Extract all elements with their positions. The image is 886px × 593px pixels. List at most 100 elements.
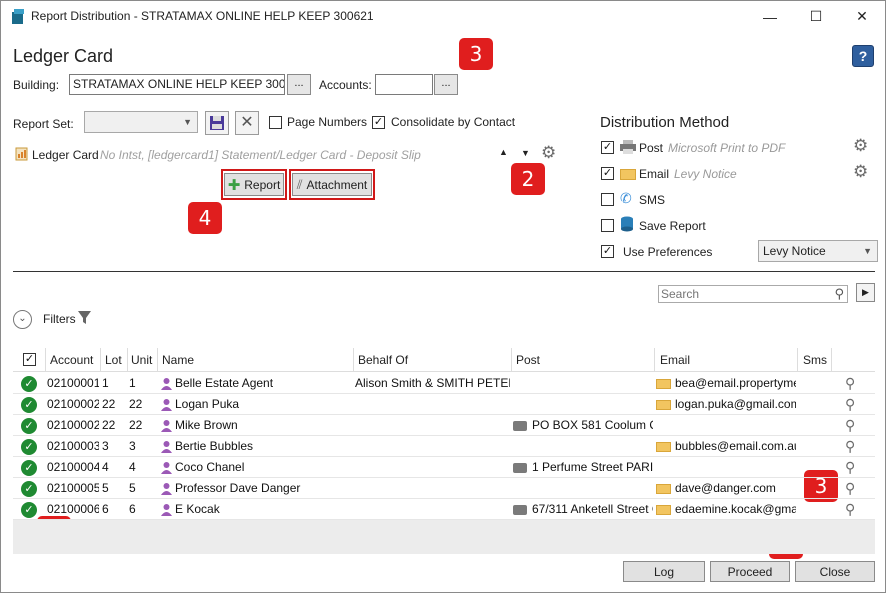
status-ok-icon: ✓ [21, 439, 37, 455]
column-header-unit[interactable]: Unit [131, 353, 152, 367]
filters-label: Filters [43, 312, 76, 326]
table-row[interactable]: ✓ 02100002 22 22 Logan Puka logan.puka@gmail.… [13, 394, 875, 415]
preview-magnifier-icon[interactable]: ⚲ [845, 417, 855, 434]
envelope-icon [620, 169, 636, 180]
play-icon: ▶ [862, 287, 869, 297]
preview-magnifier-icon[interactable]: ⚲ [845, 396, 855, 413]
add-attachment-label: Attachment [306, 177, 368, 192]
move-up-icon[interactable]: ▲ [499, 147, 508, 157]
table-row[interactable]: ✓ 02100005 5 5 Professor Dave Danger dave@dan… [13, 478, 875, 499]
consolidate-checkbox[interactable]: ✓ [372, 116, 385, 129]
maximize-button[interactable]: ☐ [793, 1, 839, 32]
email-settings-gear-icon[interactable]: ⚙ [853, 162, 868, 182]
column-header-name[interactable]: Name [162, 353, 194, 367]
building-field[interactable]: STRATAMAX ONLINE HELP KEEP 300621 [69, 74, 285, 95]
select-all-checkbox[interactable]: ✓ [23, 353, 36, 366]
distribution-method-heading: Distribution Method [600, 114, 730, 131]
search-icon[interactable]: ⚲ [834, 286, 844, 302]
printer-icon [620, 140, 636, 154]
person-icon [161, 504, 172, 516]
post-checkbox[interactable]: ✓ [601, 141, 614, 154]
report-settings-gear-icon[interactable]: ⚙ [541, 143, 556, 163]
app-icon [12, 9, 24, 24]
save-report-checkbox[interactable] [601, 219, 614, 232]
close-window-button[interactable]: ✕ [839, 1, 885, 32]
consolidate-label: Consolidate by Contact [391, 115, 516, 129]
search-input[interactable] [659, 286, 824, 302]
accounts-label: Accounts: [319, 78, 372, 92]
cell-name: Bertie Bubbles [175, 439, 254, 453]
table-row[interactable]: ✓ 02100002 22 22 Mike Brown PO BOX 581 Coolum… [13, 415, 875, 436]
status-ok-icon: ✓ [21, 397, 37, 413]
database-icon [621, 216, 633, 232]
column-header-behalf-of[interactable]: Behalf Of [358, 353, 408, 367]
sms-checkbox[interactable] [601, 193, 614, 206]
cell-email: edaemine.kocak@gmai [675, 502, 796, 516]
page-numbers-checkbox[interactable] [269, 116, 282, 129]
log-button[interactable]: Log [623, 561, 705, 582]
building-browse-button[interactable]: ... [287, 74, 311, 95]
table-row[interactable]: ✓ 02100006 6 6 E Kocak 67/311 Anketell Street… [13, 499, 875, 520]
search-box[interactable]: ⚲ [658, 285, 848, 303]
cell-post: PO BOX 581 Coolum QI [532, 418, 653, 432]
cell-name: Mike Brown [175, 418, 238, 432]
preview-magnifier-icon[interactable]: ⚲ [845, 480, 855, 497]
email-checkbox[interactable]: ✓ [601, 167, 614, 180]
help-button[interactable]: ? [852, 45, 874, 67]
report-item-detail: No Intst, [ledgercard1] Statement/Ledger… [100, 148, 421, 162]
preview-magnifier-icon[interactable]: ⚲ [845, 501, 855, 518]
column-header-lot[interactable]: Lot [105, 353, 122, 367]
preview-magnifier-icon[interactable]: ⚲ [845, 459, 855, 476]
column-header-email[interactable]: Email [660, 353, 690, 367]
status-ok-icon: ✓ [21, 376, 37, 392]
report-set-select[interactable]: ▼ [84, 111, 198, 133]
post-detail: Microsoft Print to PDF [668, 141, 786, 155]
printer-icon [513, 421, 527, 431]
cell-unit: 22 [129, 397, 143, 411]
chevron-down-icon: ⌄ [18, 313, 27, 324]
cell-lot: 4 [102, 460, 109, 474]
save-report-set-button[interactable] [205, 111, 229, 135]
proceed-button[interactable]: Proceed [710, 561, 790, 582]
column-header-sms[interactable]: Sms [803, 353, 827, 367]
filters-toggle-button[interactable]: ⌄ [13, 310, 32, 329]
page-title: Ledger Card [13, 46, 114, 66]
cell-name: Professor Dave Danger [175, 481, 301, 495]
table-row[interactable]: ✓ 02100004 4 4 Coco Chanel 1 Perfume Street P… [13, 457, 875, 478]
cell-lot: 3 [102, 439, 109, 453]
cell-name: Belle Estate Agent [175, 376, 274, 390]
sms-label: SMS [639, 193, 666, 207]
cell-account: 02100001 [47, 376, 99, 390]
search-expand-button[interactable]: ▶ [856, 283, 875, 302]
column-separator [654, 348, 655, 372]
minimize-button[interactable]: — [747, 1, 793, 32]
close-button[interactable]: Close [795, 561, 875, 582]
accounts-field[interactable] [375, 74, 433, 95]
filter-icon[interactable] [77, 310, 93, 326]
delete-report-set-button[interactable]: ✕ [235, 111, 259, 135]
column-separator [157, 348, 158, 372]
table-row[interactable]: ✓ 02100003 3 3 Bertie Bubbles bubbles@email.c… [13, 436, 875, 457]
preview-magnifier-icon[interactable]: ⚲ [845, 438, 855, 455]
column-header-post[interactable]: Post [516, 353, 540, 367]
use-preferences-checkbox[interactable]: ✓ [601, 245, 614, 258]
add-report-button[interactable]: ✚ Report [224, 173, 284, 196]
cell-lot: 6 [102, 502, 109, 516]
move-down-icon[interactable]: ▼ [521, 148, 530, 158]
preview-magnifier-icon[interactable]: ⚲ [845, 375, 855, 392]
preferences-select[interactable]: Levy Notice ▼ [758, 240, 878, 262]
add-attachment-button[interactable]: ⫽ Attachment [292, 173, 372, 196]
person-icon [161, 483, 172, 495]
accounts-browse-button[interactable]: ... [434, 74, 458, 95]
callout-badge: 3 [459, 38, 493, 70]
table-row[interactable]: ✓ 02100001 1 1 Belle Estate Agent Alison Smit… [13, 373, 875, 394]
status-ok-icon: ✓ [21, 502, 37, 518]
report-distribution-window: Report Distribution - STRATAMAX ONLINE H… [0, 0, 886, 593]
column-header-account[interactable]: Account [50, 353, 93, 367]
grid-footer [13, 520, 875, 554]
post-settings-gear-icon[interactable]: ⚙ [853, 136, 868, 156]
report-item-name[interactable]: Ledger Card [32, 148, 99, 162]
cell-account: 02100003 [47, 439, 99, 453]
callout-badge: 2 [511, 163, 545, 195]
window-title: Report Distribution - STRATAMAX ONLINE H… [31, 9, 374, 23]
